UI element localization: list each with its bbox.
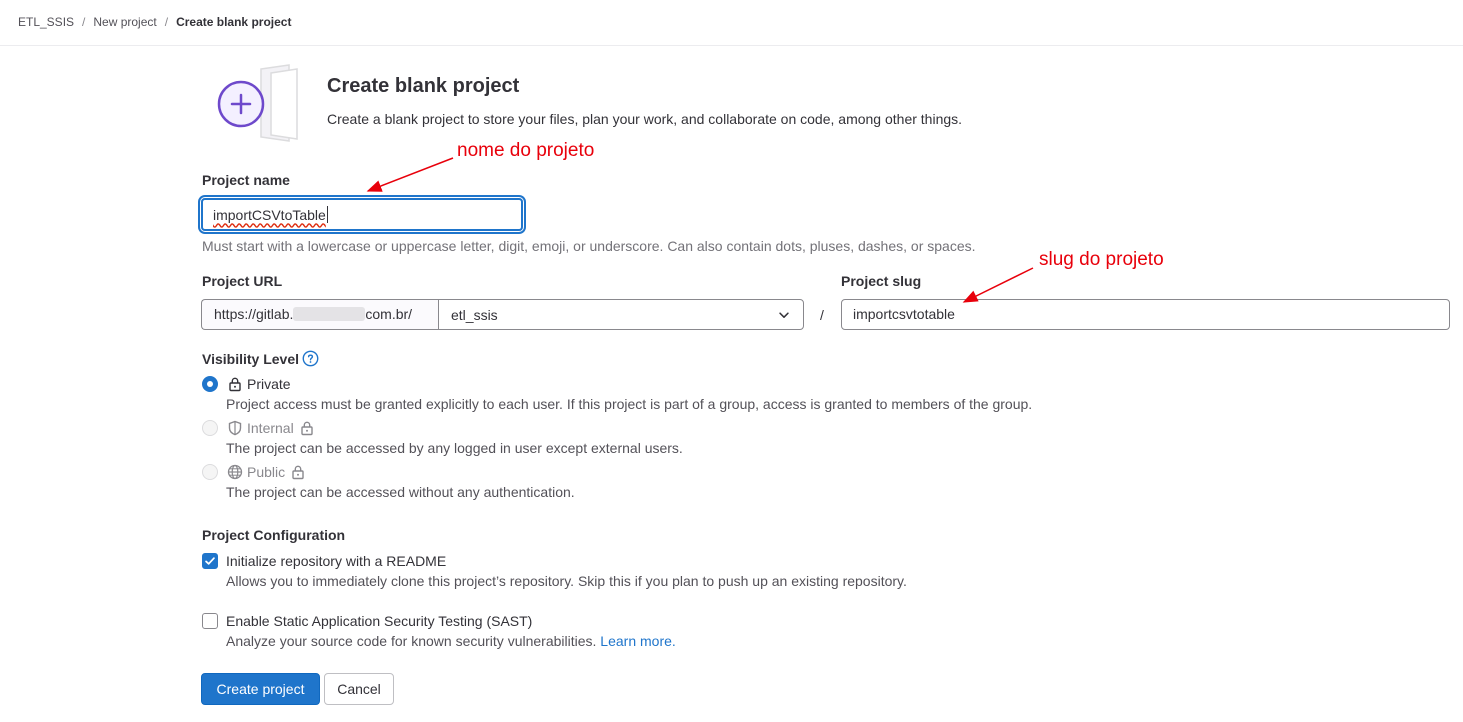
public-label: Public: [247, 464, 286, 480]
breadcrumb-group-link[interactable]: ETL_SSIS: [18, 15, 74, 29]
annotation-project-slug: slug do projeto: [1039, 249, 1164, 270]
check-icon: [205, 557, 215, 565]
breadcrumb-new-project-link[interactable]: New project: [93, 15, 156, 29]
project-slug-value: importcsvtotable: [853, 306, 955, 322]
lock-icon: [292, 465, 304, 480]
sast-label: Enable Static Application Security Testi…: [226, 613, 533, 629]
internal-radio[interactable]: [202, 420, 218, 436]
text-caret: [326, 206, 328, 223]
shield-icon: [228, 420, 242, 436]
url-prefix-end: com.br/: [365, 306, 413, 322]
project-name-help: Must start with a lowercase or uppercase…: [202, 238, 976, 254]
url-prefix-start: https://gitlab.: [214, 306, 294, 322]
namespace-value: etl_ssis: [451, 306, 498, 323]
sast-description: Analyze your source code for known secur…: [226, 633, 676, 649]
breadcrumb-separator: /: [82, 15, 86, 29]
visibility-private-option[interactable]: Private: [202, 376, 291, 392]
readme-option[interactable]: Initialize repository with a README: [202, 553, 446, 569]
cancel-button[interactable]: Cancel: [324, 673, 394, 705]
readme-description: Allows you to immediately clone this pro…: [226, 573, 907, 589]
visibility-internal-option[interactable]: Internal: [202, 420, 319, 436]
project-name-input[interactable]: importCSVtoTable: [201, 198, 523, 231]
url-slug-separator: /: [820, 307, 824, 323]
question-circle-icon[interactable]: [302, 350, 319, 367]
public-radio[interactable]: [202, 464, 218, 480]
create-project-button[interactable]: Create project: [201, 673, 320, 705]
visibility-level-label: Visibility Level: [202, 350, 319, 367]
project-url-label: Project URL: [202, 273, 283, 289]
project-slug-label: Project slug: [841, 273, 922, 289]
header-divider: [0, 45, 1463, 46]
chevron-down-icon: [779, 311, 789, 318]
project-configuration-label: Project Configuration: [202, 527, 346, 543]
sast-option[interactable]: Enable Static Application Security Testi…: [202, 613, 532, 629]
namespace-select[interactable]: etl_ssis: [438, 299, 804, 330]
blank-project-illustration-icon: [217, 64, 298, 142]
project-name-label: Project name: [202, 172, 290, 188]
private-description: Project access must be granted explicitl…: [226, 396, 1033, 412]
breadcrumb-current[interactable]: Create blank project: [176, 15, 291, 29]
breadcrumb: ETL_SSIS / New project / Create blank pr…: [18, 15, 291, 29]
sast-checkbox[interactable]: [202, 613, 218, 629]
learn-more-link[interactable]: Learn more.: [600, 633, 675, 649]
readme-label: Initialize repository with a README: [226, 553, 447, 569]
lock-icon: [229, 377, 241, 392]
project-url-prefix: https://gitlab. com.br/: [201, 299, 438, 330]
public-description: The project can be accessed without any …: [226, 484, 575, 500]
annotation-arrow-name: [366, 157, 454, 192]
visibility-public-option[interactable]: Public: [202, 464, 310, 480]
project-slug-input[interactable]: importcsvtotable: [841, 299, 1450, 330]
annotation-project-name: nome do projeto: [457, 140, 595, 161]
internal-description: The project can be accessed by any logge…: [226, 440, 683, 456]
internal-label: Internal: [247, 420, 294, 436]
earth-icon: [227, 464, 243, 480]
page-title: Create blank project: [327, 75, 520, 97]
breadcrumb-separator: /: [164, 15, 169, 29]
page-subtitle: Create a blank project to store your fil…: [327, 111, 963, 127]
private-radio[interactable]: [202, 376, 218, 392]
private-label: Private: [247, 376, 291, 392]
project-name-value: importCSVtoTable: [213, 206, 326, 223]
redacted-domain: [293, 307, 366, 321]
visibility-label-text: Visibility Level: [202, 350, 300, 367]
sast-description-text: Analyze your source code for known secur…: [226, 633, 597, 649]
lock-icon: [301, 421, 313, 436]
annotation-arrow-slug: [962, 267, 1034, 303]
readme-checkbox[interactable]: [202, 553, 218, 569]
